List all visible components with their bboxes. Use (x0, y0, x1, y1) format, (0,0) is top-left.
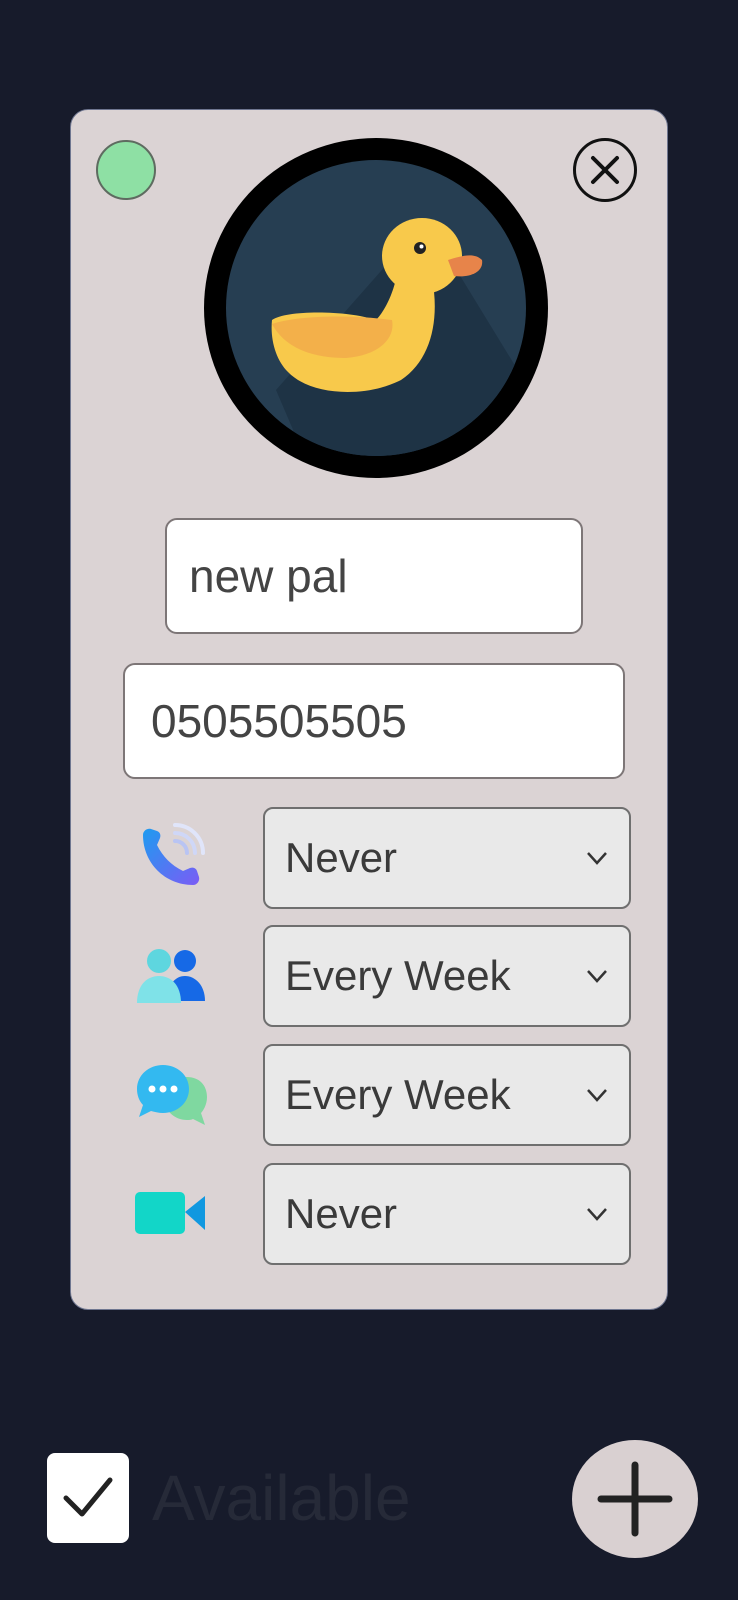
frequency-row-chat: Every Week (71, 1044, 669, 1146)
checkmark-icon (63, 1477, 113, 1517)
phone-field[interactable]: 0505505505 (123, 663, 625, 779)
meet-people-icon (135, 937, 207, 1013)
video-camera-icon (135, 1175, 207, 1251)
frequency-row-call: Never (71, 807, 669, 909)
available-label: Available (152, 1462, 411, 1534)
avatar[interactable] (204, 138, 548, 478)
contact-card: new pal 0505505505 Never Every Week Ever… (70, 109, 668, 1310)
close-button[interactable] (573, 138, 637, 202)
video-frequency-select[interactable]: Never (263, 1163, 631, 1265)
call-frequency-select[interactable]: Never (263, 807, 631, 909)
frequency-row-meet: Every Week (71, 925, 669, 1027)
meet-frequency-select[interactable]: Every Week (263, 925, 631, 1027)
phone-call-icon (135, 819, 207, 895)
chat-bubbles-icon (135, 1056, 207, 1132)
frequency-row-video: Never (71, 1163, 669, 1265)
video-frequency-value: Never (285, 1190, 398, 1237)
add-contact-button[interactable] (572, 1440, 698, 1558)
status-indicator[interactable] (96, 140, 156, 200)
plus-icon (597, 1461, 673, 1537)
name-field[interactable]: new pal (165, 518, 583, 634)
call-frequency-value: Never (285, 834, 398, 881)
chevron-down-icon (585, 846, 609, 870)
meet-frequency-value: Every Week (285, 952, 511, 999)
chevron-down-icon (585, 964, 609, 988)
chevron-down-icon (585, 1202, 609, 1226)
duck-avatar-icon (226, 160, 526, 456)
close-icon (591, 156, 619, 184)
available-checkbox[interactable] (47, 1453, 129, 1543)
chevron-down-icon (585, 1083, 609, 1107)
chat-frequency-select[interactable]: Every Week (263, 1044, 631, 1146)
chat-frequency-value: Every Week (285, 1071, 511, 1118)
